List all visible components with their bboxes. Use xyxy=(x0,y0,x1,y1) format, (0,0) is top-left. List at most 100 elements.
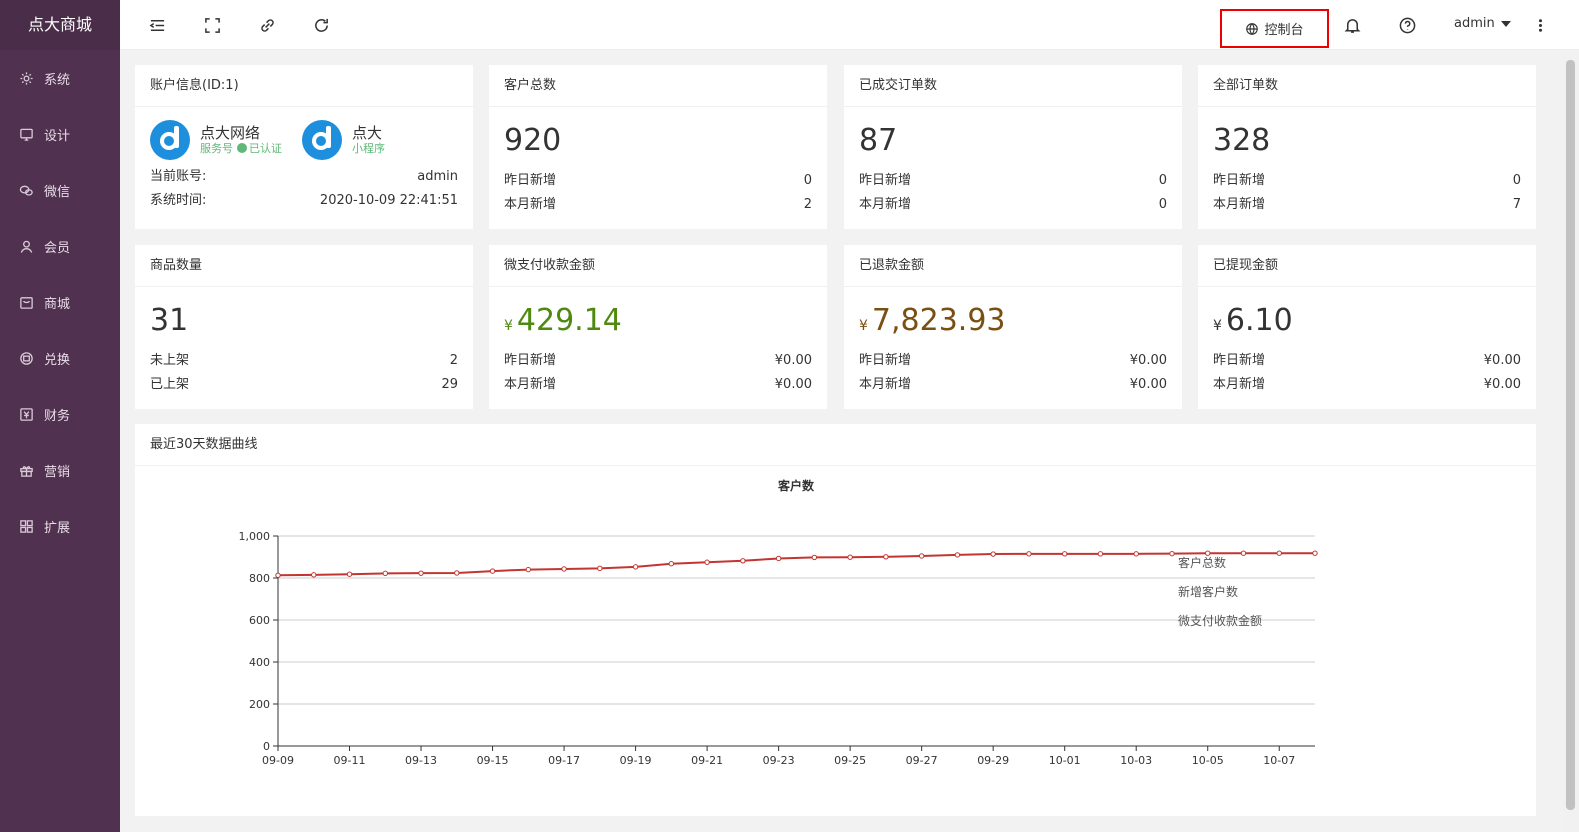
stat-row-value: ¥0.00 xyxy=(774,377,812,392)
stat-value: 7,823.93 xyxy=(871,303,1006,338)
card-title: 客户总数 xyxy=(489,65,827,107)
admin-user-menu[interactable]: admin xyxy=(1454,16,1511,31)
stat-row: 本月新增 ¥0.00 xyxy=(859,373,1167,397)
system-time-row: 系统时间: 2020-10-09 22:41:51 xyxy=(150,189,458,213)
card-title: 已退款金额 xyxy=(844,245,1182,287)
stat-value: 328 xyxy=(1213,123,1271,158)
brand-logo-icon xyxy=(302,120,342,160)
sidebar: 点大商城 系统设计微信会员 商城 兑换财务营销 扩展 xyxy=(0,0,120,832)
x-tick-label: 09-13 xyxy=(405,754,437,767)
data-point xyxy=(1312,550,1318,556)
sidebar-item-7[interactable]: 营销 xyxy=(0,442,120,498)
stat-row: 本月新增 2 xyxy=(504,193,812,217)
sidebar-item-3[interactable]: 会员 xyxy=(0,218,120,274)
stat-value: 920 xyxy=(504,123,562,158)
fullscreen-icon[interactable] xyxy=(200,13,224,37)
sidebar-item-4[interactable]: 商城 xyxy=(0,274,120,330)
system-time-label: 系统时间: xyxy=(150,193,207,208)
data-point xyxy=(740,558,746,564)
stat-row-label: 本月新增 xyxy=(859,197,912,212)
sidebar-item-2[interactable]: 微信 xyxy=(0,162,120,218)
sidebar-item-8[interactable]: 扩展 xyxy=(0,498,120,554)
stat-value-wrap: ¥429.14 xyxy=(504,303,812,339)
stat-row-label: 昨日新增 xyxy=(1213,173,1266,188)
stat-row-value: ¥0.00 xyxy=(1129,353,1167,368)
chart-card: 最近30天数据曲线 客户数 0 200 400 600 800 1,000 09-09 09-1… xyxy=(135,424,1536,816)
console-button[interactable]: 控制台 xyxy=(1220,9,1329,48)
data-point xyxy=(775,555,782,562)
chart-title: 客户数 xyxy=(777,478,815,493)
stat-row-value: 0 xyxy=(803,173,812,188)
currency-symbol: ¥ xyxy=(504,318,513,334)
x-tick-label: 10-01 xyxy=(1049,754,1081,767)
x-tick-label: 09-19 xyxy=(620,754,652,767)
data-point xyxy=(346,571,353,577)
card-title: 已提现金额 xyxy=(1198,245,1536,287)
verified-label: 已认证 xyxy=(249,142,282,155)
stat-value: 31 xyxy=(150,303,189,338)
scrollbar-thumb[interactable] xyxy=(1566,60,1575,810)
y-tick-label: 400 xyxy=(249,656,270,669)
stat-row: 未上架 2 xyxy=(150,349,458,373)
sidebar-item-0[interactable]: 系统 xyxy=(0,50,120,106)
sidebar-item-6[interactable]: 财务 xyxy=(0,386,120,442)
stat-card: 商品数量 31 未上架 2 已上架 29 xyxy=(135,245,473,409)
data-point xyxy=(1097,551,1104,557)
series-line xyxy=(277,552,1315,577)
x-tick-label: 09-11 xyxy=(334,754,366,767)
data-point xyxy=(454,570,460,576)
card-title: 微支付收款金额 xyxy=(489,245,827,287)
currency-symbol: ¥ xyxy=(1213,318,1222,334)
stat-card: 已成交订单数 87 昨日新增 0 本月新增 0 xyxy=(844,65,1182,229)
current-account-value: admin xyxy=(417,169,458,184)
legend-item: 微支付收款金额 xyxy=(1178,613,1262,628)
y-tick-label: 600 xyxy=(249,614,270,627)
stat-row-value: ¥0.00 xyxy=(1129,377,1167,392)
legend-item: 新增客户数 xyxy=(1178,584,1238,599)
current-account-label: 当前账号: xyxy=(150,169,207,184)
stat-row-value: 0 xyxy=(1158,197,1167,212)
refresh-icon[interactable] xyxy=(309,13,333,37)
sidebar-item-label: 财务 xyxy=(44,408,71,424)
data-point xyxy=(525,566,532,573)
data-point xyxy=(418,570,424,576)
data-point xyxy=(883,554,889,560)
stat-card: 客户总数 920 昨日新增 0 本月新增 2 xyxy=(489,65,827,229)
data-point xyxy=(1026,551,1032,557)
sidebar-item-label: 微信 xyxy=(44,184,71,200)
brand-title[interactable]: 点大商城 xyxy=(0,0,120,50)
help-icon[interactable] xyxy=(1395,13,1419,37)
stat-row-value: 29 xyxy=(441,377,458,392)
stat-row-label: 昨日新增 xyxy=(504,173,557,188)
sidebar-item-5[interactable]: 兑换 xyxy=(0,330,120,386)
y-tick-label: 1,000 xyxy=(239,530,271,543)
data-point xyxy=(311,572,317,578)
data-point xyxy=(990,551,996,557)
menu-fold-icon[interactable] xyxy=(145,13,169,37)
page-scrollbar[interactable] xyxy=(1562,50,1579,832)
x-tick-label: 09-21 xyxy=(691,754,723,767)
stat-row-label: 本月新增 xyxy=(1213,377,1266,392)
account-info-card: 账户信息(ID:1) 点大网络 服务号 已认证 点大 小程序 当前账号: adm… xyxy=(135,65,473,229)
y-tick-label: 800 xyxy=(249,572,270,585)
sidebar-item-1[interactable]: 设计 xyxy=(0,106,120,162)
stat-row-value: 2 xyxy=(449,353,458,368)
stat-row: 本月新增 ¥0.00 xyxy=(504,373,812,397)
card-title: 账户信息(ID:1) xyxy=(135,65,473,107)
stat-row: 昨日新增 ¥0.00 xyxy=(504,349,812,373)
stat-row-label: 本月新增 xyxy=(1213,197,1266,212)
current-account-row: 当前账号: admin xyxy=(150,165,458,189)
data-point xyxy=(1133,551,1139,557)
link-icon[interactable] xyxy=(255,13,279,37)
stat-row: 本月新增 ¥0.00 xyxy=(1213,373,1521,397)
more-icon[interactable] xyxy=(1528,13,1552,37)
data-point xyxy=(811,554,818,561)
stat-value: 429.14 xyxy=(516,303,622,338)
x-tick-label: 09-23 xyxy=(763,754,795,767)
sidebar-item-label: 系统 xyxy=(44,72,71,88)
bell-icon[interactable] xyxy=(1340,13,1364,37)
stat-row: 本月新增 7 xyxy=(1213,193,1521,217)
stat-row: 昨日新增 ¥0.00 xyxy=(859,349,1167,373)
data-point xyxy=(704,559,710,565)
shop-icon xyxy=(18,294,34,310)
